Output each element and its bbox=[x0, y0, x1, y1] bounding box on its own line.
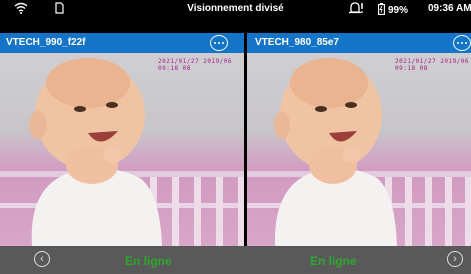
bottom-bar: ‹ En ligne En ligne › bbox=[0, 246, 471, 274]
chevron-left-icon[interactable]: ‹ bbox=[34, 251, 50, 267]
dot bbox=[461, 42, 463, 44]
dot bbox=[214, 42, 216, 44]
camera-header-left: VTECH_990_f22f bbox=[0, 33, 244, 53]
chevron-right-icon[interactable]: › bbox=[447, 251, 463, 267]
dot bbox=[218, 42, 220, 44]
dot bbox=[222, 42, 224, 44]
sound-alert-icon bbox=[348, 1, 364, 18]
dot bbox=[457, 42, 459, 44]
dot bbox=[465, 42, 467, 44]
more-options-button[interactable] bbox=[453, 35, 471, 51]
status-bar: Visionnement divisé 99% 09:36 AM bbox=[0, 0, 471, 18]
clock: 09:36 AM bbox=[428, 3, 471, 14]
baby-video-frame bbox=[247, 58, 471, 246]
battery-indicator: 99% bbox=[378, 3, 408, 18]
video-timestamp: 2021/01/27 2019/06 09:18 08 bbox=[395, 58, 470, 72]
camera-feed-left[interactable]: 2021/01/27 2019/06 09:18 08 bbox=[0, 53, 244, 246]
more-options-button[interactable] bbox=[210, 35, 228, 51]
baby-video-frame bbox=[0, 58, 244, 246]
camera-status-right: En ligne bbox=[310, 254, 357, 268]
battery-icon bbox=[378, 3, 385, 18]
camera-header-right: VTECH_980_85e7 bbox=[247, 33, 471, 53]
camera-feed-right[interactable]: 2021/01/27 2019/06 09:18 08 bbox=[247, 53, 471, 246]
video-timestamp: 2021/01/27 2019/06 09:18 08 bbox=[158, 58, 233, 72]
camera-name: VTECH_990_f22f bbox=[6, 37, 86, 48]
battery-percent: 99% bbox=[388, 5, 409, 16]
camera-status-left: En ligne bbox=[125, 254, 172, 268]
camera-name: VTECH_980_85e7 bbox=[255, 37, 339, 48]
